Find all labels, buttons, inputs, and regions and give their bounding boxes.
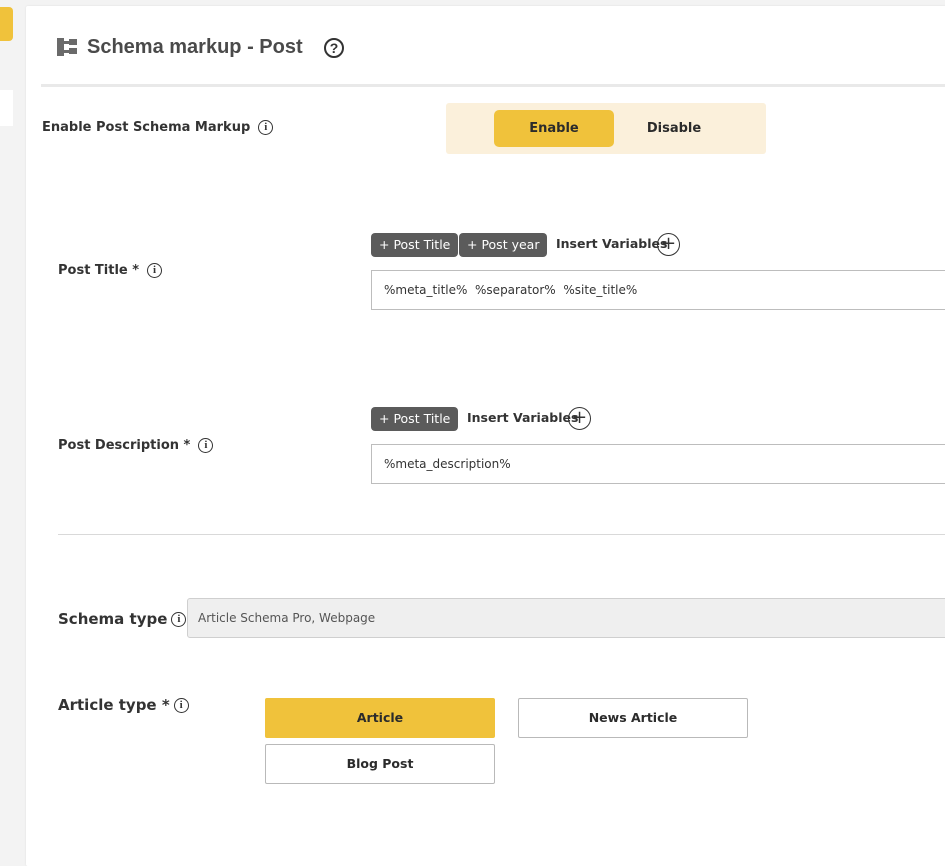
disable-button[interactable]: Disable xyxy=(614,110,734,147)
section-divider xyxy=(58,534,945,535)
news-article-option[interactable]: News Article xyxy=(518,698,748,738)
left-nav-item[interactable] xyxy=(0,90,13,126)
post-description-label-text: Post Description * xyxy=(58,438,191,453)
article-option[interactable]: Article xyxy=(265,698,495,738)
add-variable-icon[interactable]: + xyxy=(568,407,591,430)
post-title-label-text: Post Title * xyxy=(58,263,140,278)
info-icon[interactable]: i xyxy=(198,438,214,453)
info-icon[interactable]: i xyxy=(173,697,189,713)
schema-type-field: Article Schema Pro, Webpage xyxy=(187,598,945,638)
enable-disable-toggle: Enable Disable xyxy=(446,103,766,154)
insert-post-title-chip[interactable]: + Post Title xyxy=(371,407,459,431)
article-type-label: Article type * i xyxy=(58,696,189,714)
settings-panel: Schema markup - Post ? Enable Post Schem… xyxy=(26,6,945,866)
insert-post-title-chip[interactable]: + Post Title xyxy=(371,233,459,257)
insert-variables-label[interactable]: Insert Variables xyxy=(556,236,667,251)
panel-header: Schema markup - Post xyxy=(56,32,303,62)
post-description-label: Post Description * i xyxy=(58,438,214,453)
enable-button[interactable]: Enable xyxy=(494,110,614,147)
insert-post-year-chip[interactable]: + Post year xyxy=(459,233,548,257)
add-variable-icon[interactable]: + xyxy=(657,233,680,256)
post-title-label: Post Title * i xyxy=(58,263,163,278)
enable-schema-label-text: Enable Post Schema Markup xyxy=(42,120,251,135)
article-type-label-text: Article type * xyxy=(58,696,170,714)
page-title: Schema markup - Post xyxy=(87,35,303,58)
enable-schema-label: Enable Post Schema Markup i xyxy=(42,120,274,135)
schema-type-label-text: Schema type xyxy=(58,610,168,628)
schema-type-label: Schema type i xyxy=(58,610,187,628)
left-nav-active-marker xyxy=(0,7,13,41)
sitemap-icon xyxy=(56,36,78,58)
info-icon[interactable]: i xyxy=(147,263,163,278)
header-divider xyxy=(41,84,945,87)
insert-variables-label[interactable]: Insert Variables xyxy=(467,410,578,425)
info-icon[interactable]: i xyxy=(258,120,274,135)
info-icon[interactable]: i xyxy=(171,611,187,627)
post-title-input[interactable]: %meta_title% %separator% %site_title% xyxy=(371,270,945,310)
blog-post-option[interactable]: Blog Post xyxy=(265,744,495,784)
post-description-input[interactable]: %meta_description% xyxy=(371,444,945,484)
help-icon[interactable]: ? xyxy=(324,38,344,58)
